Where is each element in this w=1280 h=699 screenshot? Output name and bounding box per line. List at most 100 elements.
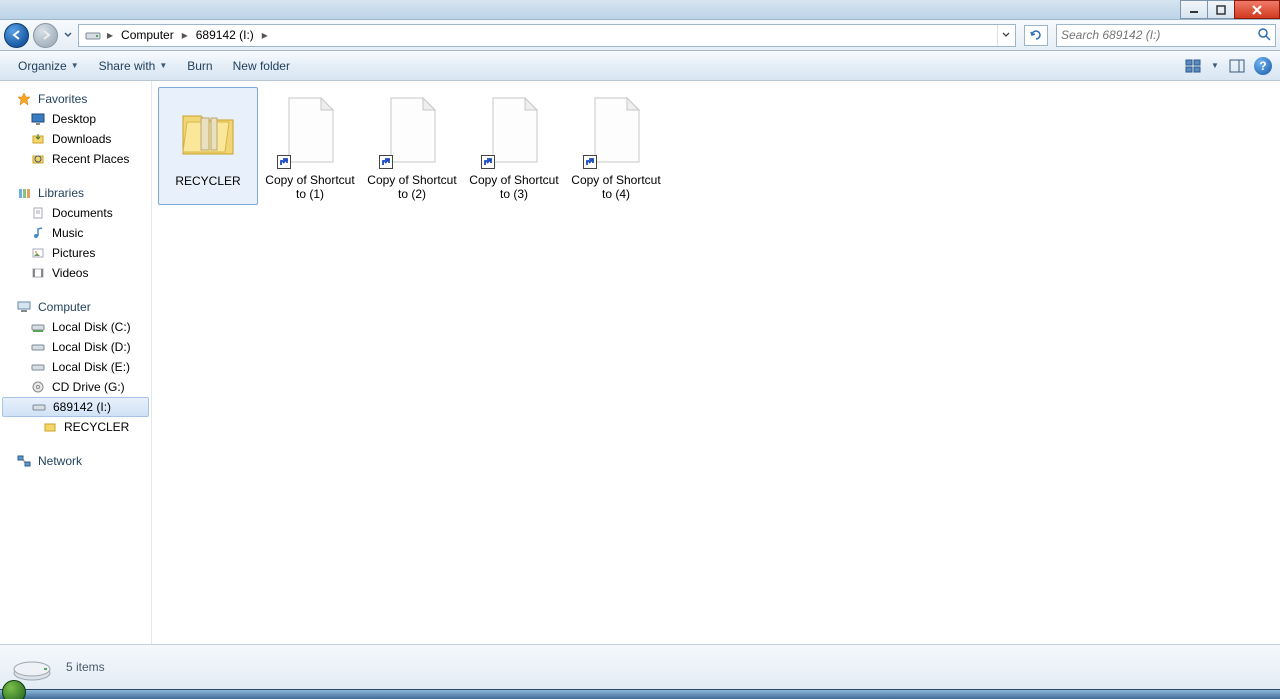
sidebar-item-label: Documents: [52, 206, 113, 220]
search-icon: [1257, 27, 1271, 44]
close-button[interactable]: [1234, 0, 1280, 19]
folder-icon: [42, 419, 58, 435]
chevron-down-icon: [1002, 31, 1010, 39]
forward-button[interactable]: [33, 23, 58, 48]
sidebar-item-label: Music: [52, 226, 83, 240]
search-box[interactable]: [1056, 24, 1276, 47]
nav-history-dropdown[interactable]: [62, 24, 74, 46]
sidebar-item-downloads[interactable]: Downloads: [0, 129, 151, 149]
breadcrumb-computer[interactable]: Computer: [115, 25, 180, 46]
preview-pane-button[interactable]: [1226, 55, 1248, 77]
taskbar[interactable]: [0, 689, 1280, 699]
sidebar-item-recent[interactable]: Recent Places: [0, 149, 151, 169]
downloads-icon: [30, 131, 46, 147]
network-label: Network: [38, 454, 82, 468]
back-button[interactable]: [4, 23, 29, 48]
burn-button[interactable]: Burn: [177, 51, 222, 80]
sidebar-item-label: Desktop: [52, 112, 96, 126]
sidebar-item-label: Recent Places: [52, 152, 129, 166]
organize-button[interactable]: Organize ▼: [8, 51, 89, 80]
recent-icon: [30, 151, 46, 167]
start-button[interactable]: [2, 680, 26, 699]
status-drive-icon: [10, 651, 54, 683]
sidebar-item-drive-i[interactable]: 689142 (I:): [2, 397, 149, 417]
sidebar-item-music[interactable]: Music: [0, 223, 151, 243]
breadcrumb-sep-icon: ▸: [260, 28, 270, 42]
address-bar[interactable]: ▸ Computer ▸ 689142 (I:) ▸: [78, 24, 1016, 47]
minimize-icon: [1189, 5, 1199, 15]
refresh-icon: [1029, 28, 1043, 42]
view-icon: [1185, 59, 1201, 73]
view-dropdown[interactable]: ▼: [1204, 55, 1226, 77]
preview-pane-icon: [1229, 59, 1245, 73]
file-item-shortcut[interactable]: Copy of Shortcut to (1): [260, 87, 360, 205]
sidebar-item-cd-g[interactable]: CD Drive (G:): [0, 377, 151, 397]
file-large-icon: [479, 91, 549, 169]
sidebar-item-label: Pictures: [52, 246, 95, 260]
sidebar-item-documents[interactable]: Documents: [0, 203, 151, 223]
computer-header[interactable]: Computer: [0, 297, 151, 317]
share-with-button[interactable]: Share with ▼: [89, 51, 178, 80]
drive-icon: [85, 27, 101, 43]
network-icon: [16, 453, 32, 469]
breadcrumb-drive[interactable]: 689142 (I:): [190, 25, 260, 46]
sidebar-item-recycler[interactable]: RECYCLER: [0, 417, 151, 437]
help-icon: ?: [1259, 59, 1266, 73]
favorites-header[interactable]: Favorites: [0, 89, 151, 109]
drive-icon: [31, 399, 47, 415]
view-mode-button[interactable]: [1182, 55, 1204, 77]
breadcrumb-sep-icon: ▸: [105, 28, 115, 42]
file-label: Copy of Shortcut to (3): [466, 173, 562, 201]
sidebar-item-label: CD Drive (G:): [52, 380, 125, 394]
sidebar-item-label: Local Disk (D:): [52, 340, 131, 354]
sidebar-item-label: Videos: [52, 266, 88, 280]
maximize-icon: [1216, 5, 1226, 15]
network-group: Network: [0, 451, 151, 471]
organize-label: Organize: [18, 59, 67, 73]
file-item-shortcut[interactable]: Copy of Shortcut to (4): [566, 87, 666, 205]
sidebar-item-label: 689142 (I:): [53, 400, 111, 414]
refresh-button[interactable]: [1024, 25, 1048, 46]
libraries-label: Libraries: [38, 186, 84, 200]
minimize-button[interactable]: [1180, 0, 1208, 19]
music-icon: [30, 225, 46, 241]
network-header[interactable]: Network: [0, 451, 151, 471]
search-input[interactable]: [1061, 28, 1257, 42]
file-item-shortcut[interactable]: Copy of Shortcut to (2): [362, 87, 462, 205]
pictures-icon: [30, 245, 46, 261]
shortcut-overlay-icon: [379, 155, 393, 169]
address-dropdown[interactable]: [997, 25, 1013, 46]
shortcut-overlay-icon: [481, 155, 495, 169]
sidebar-item-label: RECYCLER: [64, 420, 129, 434]
favorites-label: Favorites: [38, 92, 87, 106]
sidebar-item-label: Local Disk (E:): [52, 360, 130, 374]
sidebar-item-pictures[interactable]: Pictures: [0, 243, 151, 263]
sidebar-item-desktop[interactable]: Desktop: [0, 109, 151, 129]
file-label: Copy of Shortcut to (1): [262, 173, 358, 201]
sidebar-item-videos[interactable]: Videos: [0, 263, 151, 283]
sidebar-item-disk-c[interactable]: Local Disk (C:): [0, 317, 151, 337]
chevron-down-icon: ▼: [159, 61, 167, 70]
libraries-header[interactable]: Libraries: [0, 183, 151, 203]
file-list[interactable]: RECYCLER Copy of Shortcut to (1) Copy of…: [152, 81, 1280, 644]
folder-large-icon: [173, 92, 243, 170]
navigation-pane: Favorites Desktop Downloads Recent Place…: [0, 81, 152, 644]
disk-icon: [30, 339, 46, 355]
shortcut-overlay-icon: [277, 155, 291, 169]
file-item-shortcut[interactable]: Copy of Shortcut to (3): [464, 87, 564, 205]
close-icon: [1252, 5, 1262, 15]
file-item-folder[interactable]: RECYCLER: [158, 87, 258, 205]
file-large-icon: [377, 91, 447, 169]
breadcrumb-sep-icon: ▸: [180, 28, 190, 42]
libraries-group: Libraries Documents Music Pictures Video…: [0, 183, 151, 283]
help-button[interactable]: ?: [1254, 57, 1272, 75]
sidebar-item-disk-e[interactable]: Local Disk (E:): [0, 357, 151, 377]
videos-icon: [30, 265, 46, 281]
shortcut-overlay-icon: [583, 155, 597, 169]
file-label: Copy of Shortcut to (2): [364, 173, 460, 201]
status-bar: 5 items: [0, 644, 1280, 689]
new-folder-button[interactable]: New folder: [223, 51, 300, 80]
sidebar-item-disk-d[interactable]: Local Disk (D:): [0, 337, 151, 357]
explorer-body: Favorites Desktop Downloads Recent Place…: [0, 81, 1280, 644]
maximize-button[interactable]: [1207, 0, 1235, 19]
